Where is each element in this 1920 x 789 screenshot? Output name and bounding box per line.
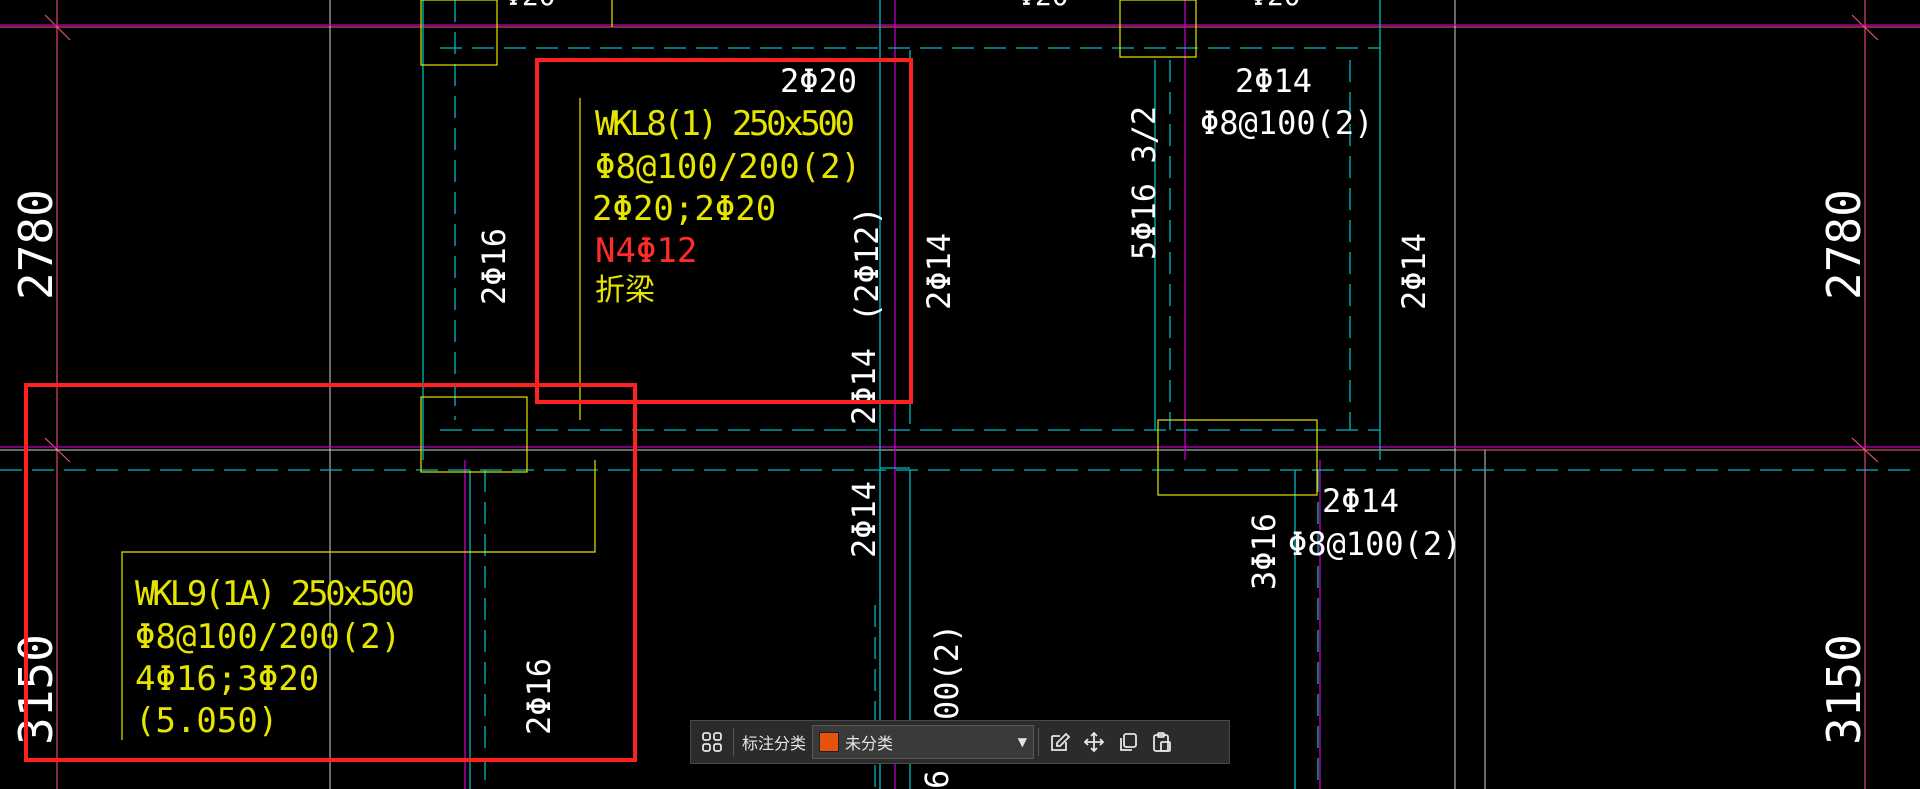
beam-wkl9-annotation[interactable]: WKL9(1A) 250x500 Φ8@100/200(2) 4Φ16;3Φ20…	[135, 574, 415, 741]
wkl9-line4: (5.050)	[135, 701, 278, 741]
dim-left-top: 2780	[9, 189, 63, 300]
wkl8-bottom-bar: 2Φ14	[845, 348, 883, 425]
toolbar-separator	[1038, 728, 1040, 756]
rebar-right-top-bar: 2Φ14	[1235, 62, 1312, 100]
rebar-right-top-stirrup: Φ8@100(2)	[1200, 104, 1373, 142]
rebar-left-col-bottom: 2Φ16	[520, 658, 558, 735]
dim-left-bottom: 3150	[9, 634, 63, 745]
top-partial-labels: Φ20 Φ20 Φ20	[505, 0, 1301, 12]
wkl8-line1: WKL8(1) 250x500	[595, 104, 855, 144]
rebar-center-vertical: 5Φ16 3/2	[1125, 106, 1163, 260]
wkl8-line2: Φ8@100/200(2)	[595, 147, 861, 187]
beam-wkl8-annotation[interactable]: WKL8(1) 250x500 Φ8@100/200(2) 2Φ20;2Φ20 …	[592, 62, 886, 425]
rebar-right-mid-vertical: 3Φ16	[1245, 513, 1283, 590]
rebar-mid-col-top: 2Φ14	[920, 233, 958, 310]
rebar-left-col-top: 2Φ16	[475, 228, 513, 305]
rebar-right-mid-stirrup: Φ8@100(2)	[1288, 525, 1461, 563]
partial-label-1: Φ20	[505, 0, 556, 12]
wkl8-top-bar: 2Φ20	[780, 62, 857, 100]
wkl9-line2: Φ8@100/200(2)	[135, 617, 401, 657]
wkl8-side-bar: (2Φ12)	[848, 206, 886, 322]
rebar-bottom-partial-2: 6	[918, 770, 956, 789]
category-selected-value: 未分类	[845, 734, 894, 753]
rebar-right-mid-bar: 2Φ14	[1322, 482, 1399, 520]
wkl8-line5: 折梁	[595, 273, 655, 308]
rebar-mid-col-bottom: 2Φ14	[845, 481, 883, 558]
wkl8-line4: N4Φ12	[595, 231, 697, 271]
move-icon[interactable]	[1077, 725, 1111, 759]
annotation-toolbar: 标注分类 未分类 ▼	[690, 720, 1230, 764]
dim-right-top: 2780	[1817, 189, 1871, 300]
grid-icon[interactable]	[695, 725, 729, 759]
edit-icon[interactable]	[1043, 725, 1077, 759]
wkl9-line3: 4Φ16;3Φ20	[135, 659, 319, 699]
chevron-down-icon: ▼	[1017, 735, 1028, 749]
category-label: 标注分类	[742, 734, 807, 753]
rebar-right-col: 2Φ14	[1395, 233, 1433, 310]
category-select[interactable]: 未分类 ▼	[812, 725, 1035, 759]
toolbar-separator	[733, 728, 734, 756]
category-color-swatch	[819, 732, 840, 752]
wkl8-line3: 2Φ20;2Φ20	[592, 189, 776, 229]
partial-label-2: Φ20	[1018, 0, 1069, 12]
wkl9-line1: WKL9(1A) 250x500	[135, 574, 415, 614]
dim-right-bottom: 3150	[1817, 634, 1871, 745]
rebar-bottom-partial: 00(2)	[928, 624, 966, 720]
copy-icon[interactable]	[1111, 725, 1145, 759]
paste-icon[interactable]	[1145, 725, 1179, 759]
partial-label-3: Φ20	[1250, 0, 1301, 12]
cad-canvas[interactable]: 2780 3150 2780 3150 Φ20 Φ20 Φ20 WKL8(1) …	[0, 0, 1920, 789]
